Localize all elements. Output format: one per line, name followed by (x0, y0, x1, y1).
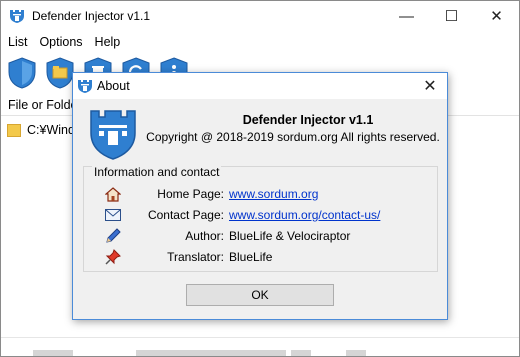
author-value: BlueLife & Velociraptor (229, 229, 351, 243)
shield-icon (8, 57, 36, 89)
translator-value: BlueLife (229, 250, 273, 264)
menu-options[interactable]: Options (32, 35, 87, 49)
translator-label: Translator: (167, 250, 224, 264)
blurred-text (291, 350, 311, 356)
maximize-button[interactable]: ☐ (429, 1, 474, 31)
divider (1, 337, 519, 338)
castle-icon (10, 10, 24, 23)
home-icon (104, 186, 122, 202)
mail-icon (104, 207, 122, 223)
menu-help[interactable]: Help (88, 35, 126, 49)
close-button[interactable]: ✕ (474, 1, 519, 31)
blurred-text (136, 350, 286, 356)
ok-button[interactable]: OK (186, 284, 334, 306)
info-row-author: Author: BlueLife & Velociraptor (84, 227, 439, 245)
blurred-text (346, 350, 366, 356)
author-label: Author: (185, 229, 224, 243)
info-group: Information and contact Home Page: www.s… (83, 165, 439, 272)
dialog-titlebar: About (73, 73, 447, 99)
shield-button[interactable] (5, 56, 39, 90)
menu-list[interactable]: List (1, 35, 32, 49)
pin-icon (104, 249, 122, 265)
folder-icon (7, 123, 21, 137)
about-dialog: About ✕ Defender Injector v1.1 Copyright… (72, 72, 448, 320)
castle-logo-icon (90, 110, 136, 160)
copyright-text: Copyright @ 2018-2019 sordum.org All rig… (146, 130, 440, 144)
app-name: Defender Injector v1.1 (242, 113, 374, 127)
contact-link[interactable]: www.sordum.org/contact-us/ (229, 208, 380, 222)
dialog-title: About (97, 79, 130, 93)
pencil-icon (104, 228, 122, 244)
homepage-link[interactable]: www.sordum.org (229, 187, 318, 201)
info-row-contact: Contact Page: www.sordum.org/contact-us/ (84, 206, 439, 224)
minimize-button[interactable]: — (384, 1, 429, 31)
blurred-text (33, 350, 73, 356)
info-row-translator: Translator: BlueLife (84, 248, 439, 266)
contact-label: Contact Page: (147, 208, 224, 222)
castle-icon (78, 80, 92, 93)
menubar: List Options Help (1, 32, 125, 52)
folder-shield-icon (46, 57, 74, 89)
window-title: Defender Injector v1.1 (32, 9, 151, 23)
homepage-label: Home Page: (157, 187, 224, 201)
dialog-close-button[interactable]: ✕ (413, 73, 447, 99)
list-item[interactable]: C:¥Windo (7, 121, 82, 139)
info-group-title: Information and contact (92, 165, 222, 179)
info-row-homepage: Home Page: www.sordum.org (84, 185, 439, 203)
